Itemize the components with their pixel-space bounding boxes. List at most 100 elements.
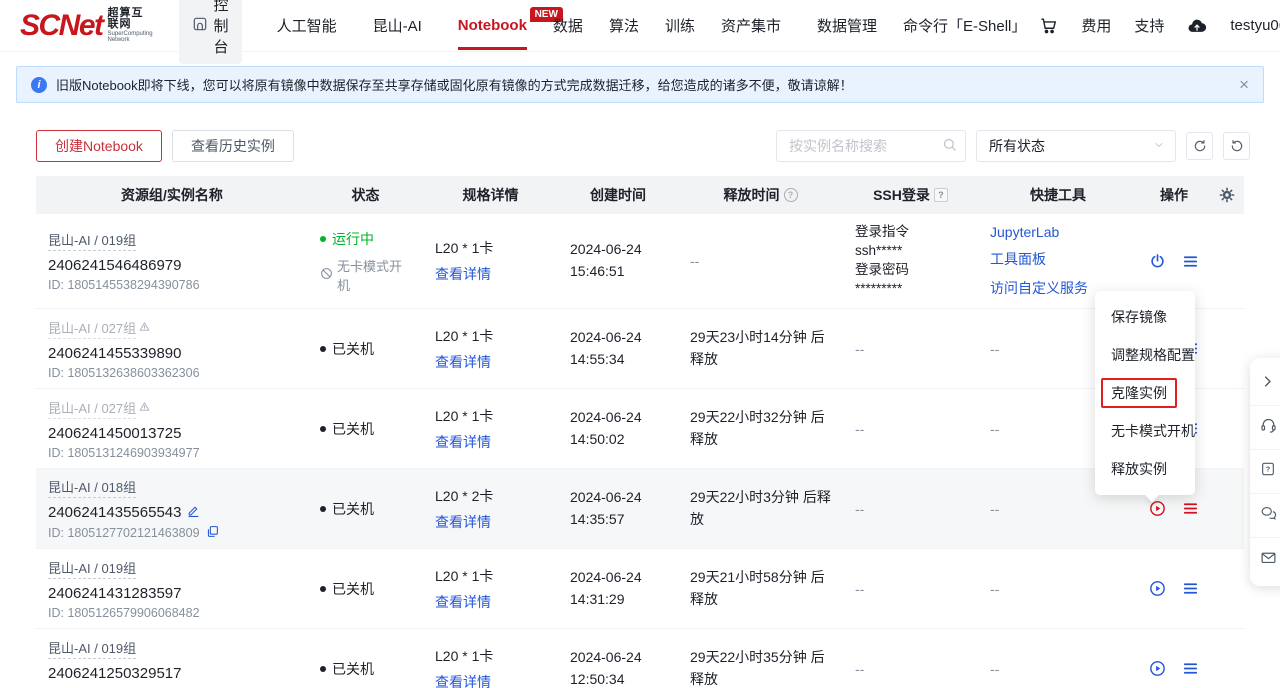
refresh-button[interactable] xyxy=(1186,132,1213,160)
question-square-icon[interactable]: ? xyxy=(933,188,948,202)
resource-group[interactable]: 昆山-AI / 019组 xyxy=(48,558,296,579)
view-detail-link[interactable]: 查看详情 xyxy=(435,592,546,612)
jupyterlab-link[interactable]: JupyterLab xyxy=(990,224,1126,240)
view-detail-link[interactable]: 查看详情 xyxy=(435,432,546,452)
created-time: 2024-06-24 15:46:51 xyxy=(570,241,642,279)
spec-label: L20 * 1卡 xyxy=(435,240,494,256)
start-icon[interactable] xyxy=(1149,500,1166,517)
collapse-button[interactable] xyxy=(1250,362,1280,406)
spec-label: L20 * 1卡 xyxy=(435,647,494,664)
menu-item-clone-instance[interactable]: 克隆实例 xyxy=(1095,374,1195,412)
view-detail-link[interactable]: 查看详情 xyxy=(435,672,546,688)
resource-group[interactable]: 昆山-AI / 027组 xyxy=(48,398,296,419)
more-actions-icon[interactable] xyxy=(1182,253,1199,270)
instance-id: ID: 1805126579906068482 xyxy=(48,605,200,620)
edit-pencil-icon[interactable] xyxy=(187,504,200,521)
view-detail-link[interactable]: 查看详情 xyxy=(435,512,546,532)
table-row: 昆山-AI / 027组 2406241455339890 ID: 180513… xyxy=(36,309,1244,389)
view-detail-link[interactable]: 查看详情 xyxy=(435,352,546,372)
menu-item-adjust-spec[interactable]: 调整规格配置 xyxy=(1095,336,1195,374)
logo-subtitle: 超算互联网 SuperComputing Network xyxy=(107,7,153,44)
status-running: 运行中 xyxy=(320,229,411,249)
nav-item-notebook[interactable]: Notebook NEW xyxy=(457,7,563,50)
table-row: 昆山-AI / 027组 2406241450013725 ID: 180513… xyxy=(36,389,1244,469)
instance-table: 资源组/实例名称 状态 规格详情 创建时间 释放时间 ? SSH登录 ? 快捷工… xyxy=(36,176,1244,688)
close-icon[interactable]: × xyxy=(1239,76,1249,93)
more-actions-icon[interactable] xyxy=(1182,660,1199,677)
status-dot xyxy=(320,345,326,352)
spec-label: L20 * 1卡 xyxy=(435,567,494,584)
status-stopped: 已关机 xyxy=(320,579,411,599)
nav-item-ai[interactable]: 人工智能 xyxy=(277,15,337,36)
resource-group[interactable]: 昆山-AI / 019组 xyxy=(48,638,296,659)
menu-item-save-image[interactable]: 保存镜像 xyxy=(1095,298,1195,336)
ssh-login-info: -- xyxy=(855,580,865,597)
tool-panel-link[interactable]: 工具面板 xyxy=(990,249,1126,269)
resource-group-label: 昆山-AI / 027组 xyxy=(48,318,137,339)
more-actions-icon[interactable] xyxy=(1182,500,1199,517)
instance-name: 2406241455339890 xyxy=(48,344,182,362)
table-header: 资源组/实例名称 状态 规格详情 创建时间 释放时间 ? SSH登录 ? 快捷工… xyxy=(36,176,1244,214)
nav-item-kunshan-ai[interactable]: 昆山-AI xyxy=(373,15,422,36)
start-icon[interactable] xyxy=(1149,580,1166,597)
scnet-logo[interactable]: SCNet 超算互联网 SuperComputing Network xyxy=(20,7,153,44)
status-dot xyxy=(320,425,326,432)
question-circle-icon[interactable]: ? xyxy=(783,188,798,202)
reset-button[interactable] xyxy=(1223,132,1250,160)
power-off-icon[interactable] xyxy=(1149,253,1166,270)
resource-group[interactable]: 昆山-AI / 027组 xyxy=(48,318,296,339)
release-time: 29天21小时58分钟 后释放 xyxy=(690,568,825,607)
cloud-upload-icon[interactable] xyxy=(1187,16,1207,36)
resource-group[interactable]: 昆山-AI / 019组 xyxy=(48,230,296,251)
resource-group-label: 昆山-AI / 018组 xyxy=(48,477,137,498)
release-time: 29天22小时35分钟 后释放 xyxy=(690,648,825,687)
clone-instance-highlight[interactable]: 克隆实例 xyxy=(1101,378,1177,408)
menu-item-no-gpu-boot[interactable]: 无卡模式开机 xyxy=(1095,412,1195,450)
wechat-button[interactable] xyxy=(1250,494,1280,538)
copy-icon[interactable] xyxy=(206,525,219,541)
view-history-button[interactable]: 查看历史实例 xyxy=(171,130,294,162)
status-stopped: 已关机 xyxy=(320,419,411,439)
warning-triangle-icon xyxy=(139,320,150,335)
cart-icon[interactable] xyxy=(1039,16,1058,35)
nav-item-data[interactable]: 数据 xyxy=(553,15,583,36)
status-filter-select[interactable]: 所有状态 xyxy=(976,130,1176,162)
status-extra: 无卡模式开机 xyxy=(320,256,411,294)
nav-item-fee[interactable]: 费用 xyxy=(1081,15,1111,36)
release-time: 29天22小时32分钟 后释放 xyxy=(690,408,825,447)
user-menu[interactable]: testyu0617 xyxy=(1230,17,1280,34)
instance-name: 2406241450013725 xyxy=(48,424,182,442)
view-detail-link[interactable]: 查看详情 xyxy=(435,264,546,284)
header-tools: 快捷工具 xyxy=(1030,187,1086,203)
instance-id: ID: 1805131246903934977 xyxy=(48,445,200,460)
start-icon[interactable] xyxy=(1149,660,1166,677)
nav-item-support[interactable]: 支持 xyxy=(1134,15,1164,36)
instance-id: ID: 1805127702121463809 xyxy=(48,525,200,540)
wechat-icon xyxy=(1260,505,1277,527)
nav-item-asset-market[interactable]: 资产集市 xyxy=(721,15,781,36)
nav-item-algorithm[interactable]: 算法 xyxy=(609,15,639,36)
logo-subtitle-en2: Network xyxy=(107,37,130,44)
console-icon xyxy=(192,16,208,36)
resource-group-label: 昆山-AI / 019组 xyxy=(48,558,137,579)
more-actions-icon[interactable] xyxy=(1182,580,1199,597)
nav-item-eshell[interactable]: 命令行「E-Shell」 xyxy=(903,15,1026,36)
console-button[interactable]: 控制台 xyxy=(178,0,242,64)
help-button[interactable]: ? xyxy=(1250,450,1280,494)
search-input[interactable] xyxy=(776,130,966,162)
instance-name: 2406241250329517 xyxy=(48,664,182,682)
nav-item-training[interactable]: 训练 xyxy=(665,15,695,36)
header-created: 创建时间 xyxy=(590,187,646,203)
gear-icon[interactable] xyxy=(1219,187,1235,203)
resource-group[interactable]: 昆山-AI / 018组 xyxy=(48,477,296,498)
nav-item-data-management[interactable]: 数据管理 xyxy=(817,15,877,36)
status-filter-value: 所有状态 xyxy=(989,138,1045,154)
feedback-button[interactable] xyxy=(1250,538,1280,582)
menu-item-release-instance[interactable]: 释放实例 xyxy=(1095,450,1195,488)
spec-label: L20 * 1卡 xyxy=(435,327,494,344)
release-time: -- xyxy=(690,253,700,269)
action-bar: 创建Notebook 查看历史实例 所有状态 xyxy=(36,130,1250,162)
instance-id: ID: 1805132638603362306 xyxy=(48,365,200,380)
create-notebook-button[interactable]: 创建Notebook xyxy=(36,130,162,162)
customer-service-button[interactable] xyxy=(1250,406,1280,450)
